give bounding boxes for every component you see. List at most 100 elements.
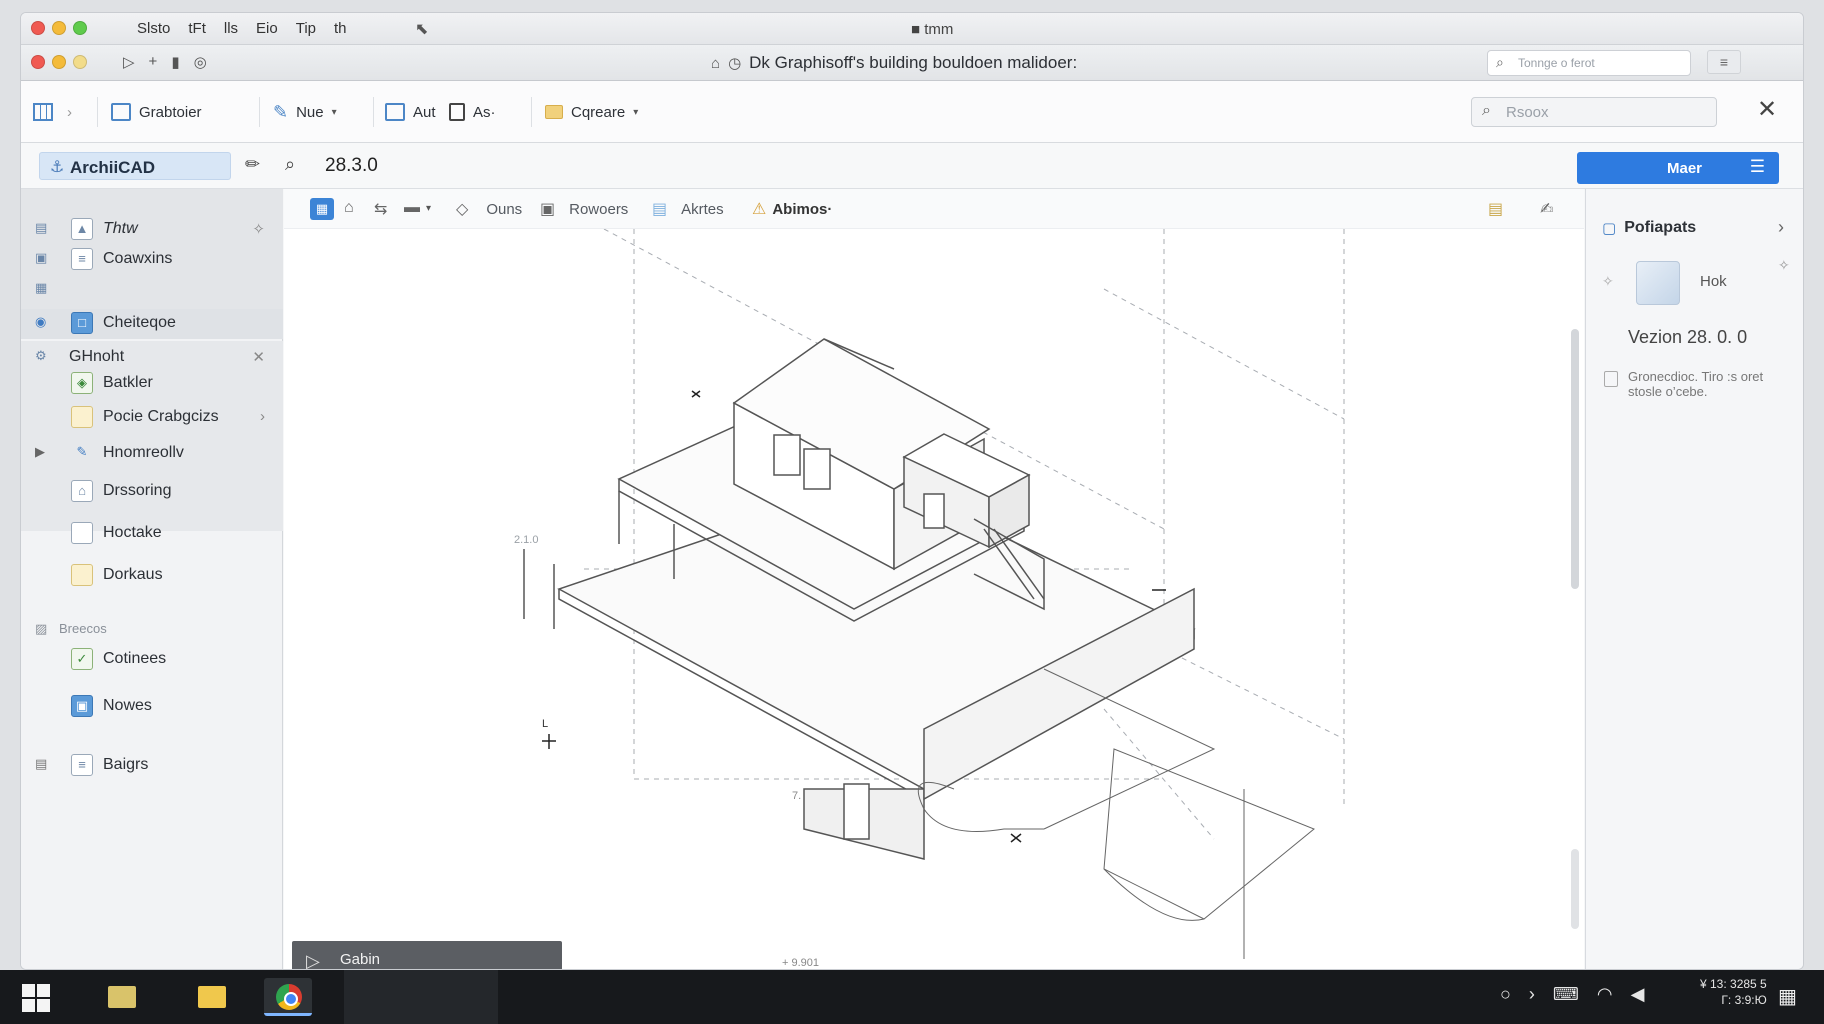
grid-tool-button[interactable]: ▦ <box>310 198 334 220</box>
taskbar-folder[interactable] <box>188 978 236 1016</box>
toolbar-button-as[interactable]: As· <box>449 100 496 124</box>
toolbar-divider <box>531 97 532 127</box>
zoom-window-button[interactable] <box>73 21 87 35</box>
close-icon[interactable]: ✕ <box>252 348 265 366</box>
building-drawing: 2.1.0 L 7. + 9.901 <box>514 229 1345 969</box>
dimension-label: + 9.901 <box>782 957 819 969</box>
play-icon: ▷ <box>306 951 320 970</box>
search-icon[interactable]: ⌕ <box>285 154 295 175</box>
delete-tool-button[interactable]: ⌂ <box>344 199 354 217</box>
menu-item[interactable]: tFt <box>188 20 206 37</box>
menu-item[interactable]: lls <box>224 20 238 37</box>
close-window-button[interactable] <box>31 21 45 35</box>
menu-icon[interactable]: ≡ <box>1707 50 1741 74</box>
menu-item[interactable]: Slsto <box>137 20 170 37</box>
document-search-input[interactable]: ⌕ Tonnge o ferot <box>1487 50 1691 76</box>
monitor-icon: □ <box>71 312 93 334</box>
pin-icon[interactable]: ✧ <box>1602 273 1614 290</box>
pin-icon[interactable]: ✧ <box>252 220 265 238</box>
sidebar-item-cotinees[interactable]: ✓ Cotinees <box>21 645 283 673</box>
printer-icon: ▣ <box>540 201 556 218</box>
minimize-window-button[interactable] <box>52 21 66 35</box>
notes-panel-button[interactable]: ▤ <box>1488 199 1503 219</box>
object-label: Hok <box>1700 273 1727 290</box>
add-icon[interactable]: + <box>149 53 158 71</box>
vertical-scrollbar[interactable] <box>1571 329 1579 589</box>
zoom-doc-button[interactable] <box>73 55 87 69</box>
canvas-tool-akrtes[interactable]: ▤ Akrtes <box>652 199 724 219</box>
start-button[interactable] <box>22 984 50 1012</box>
list-icon: ≡ <box>71 754 93 776</box>
record-icon[interactable]: ◎ <box>194 53 207 71</box>
close-icon[interactable]: ✕ <box>1757 95 1777 124</box>
chevron-right-icon[interactable]: › <box>260 408 265 425</box>
menu-item[interactable]: Eio <box>256 20 278 37</box>
tag-icon[interactable]: ✏ <box>245 154 260 175</box>
trash-icon[interactable]: ▮ <box>171 53 179 71</box>
toolbar-button-nue[interactable]: ✎ Nue ▾ <box>273 100 337 124</box>
circle-icon[interactable]: ○ <box>1500 984 1511 1005</box>
version-label: 28.3.0 <box>325 155 378 176</box>
minimize-doc-button[interactable] <box>52 55 66 69</box>
grid-view-button[interactable] <box>33 100 53 124</box>
keyboard-icon[interactable]: ⌨ <box>1553 984 1579 1005</box>
toolbar-divider <box>97 97 98 127</box>
window-icon <box>111 103 131 121</box>
layers-tool-button[interactable]: ▬ ▾ <box>404 199 431 217</box>
sidebar-item-baigrs[interactable]: ▤ ≡ Baigrs <box>21 751 283 779</box>
title-bar: Slsto tFt lls Eio Tip th ⬉ ■ tmm <box>21 13 1803 45</box>
primary-action-button[interactable]: Maer ☰ <box>1577 152 1779 184</box>
floating-panel[interactable]: ▷ Gabin <box>292 941 562 970</box>
sidebar-item-hoctake[interactable]: Hoctake <box>21 519 283 547</box>
sidebar-item-batkler[interactable]: ◈ Batkler <box>21 369 283 397</box>
sidebar-item-dorkaus[interactable]: Dorkaus <box>21 561 283 589</box>
taskbar-chrome[interactable] <box>264 978 312 1016</box>
expand-triangle-icon[interactable]: ▶ <box>35 444 45 460</box>
sidebar-item-coawxins[interactable]: ▣ ≡ Coawxins <box>21 245 283 273</box>
chevron-icon[interactable]: › <box>1529 984 1535 1005</box>
trash-icon: ⌂ <box>344 199 354 216</box>
toolbar-button-cqreare[interactable]: Cqreare ▾ <box>545 100 638 124</box>
transform-tool-button[interactable]: ⇆ <box>374 199 387 219</box>
toolbar-button-grabtoier[interactable]: Grabtoier <box>111 100 202 124</box>
sidebar-item-cheiteqoe[interactable]: ◉ □ Cheiteqoe <box>21 309 283 337</box>
folder-icon <box>108 986 136 1008</box>
sidebar: ▤ ▲ Thtw ✧ ▣ ≡ Coawxins ▦ ◉ □ Cheiteqoe … <box>21 189 283 969</box>
clock[interactable]: ¥ 13: 3285 5 Г: 3:9:Ю <box>1700 976 1767 1008</box>
sidebar-item-thtw[interactable]: ▤ ▲ Thtw ✧ <box>21 215 283 243</box>
pointer-icon[interactable]: ⬉ <box>415 19 428 39</box>
app-selector[interactable]: ⚓ ArchiiCAD <box>39 152 231 180</box>
window-title: ■ tmm <box>911 21 954 38</box>
sidebar-item-pocie-crabgcizs[interactable]: Pocie Crabgcizs › <box>21 403 283 431</box>
menu-item[interactable]: Tip <box>296 20 316 37</box>
sidebar-item-calendar[interactable]: ▦ <box>21 275 283 303</box>
canvas-tool-abimos[interactable]: ⚠ Abimos· <box>752 199 832 219</box>
sidebar-item-nowes[interactable]: ▣ Nowes <box>21 692 283 720</box>
toolbar-search-input[interactable]: ⌕ Rsoox <box>1471 97 1717 127</box>
settings-icon[interactable]: ✧ <box>1778 257 1790 274</box>
wifi-icon[interactable]: ◠ <box>1597 984 1613 1005</box>
taskbar-file-explorer[interactable] <box>98 978 146 1016</box>
canvas-tool-rowoers[interactable]: ▣ Rowoers <box>540 199 628 219</box>
panel-note: Gronecdioc. Tiro :s oret stosle o’cebe. <box>1628 369 1764 399</box>
chevron-right-icon[interactable]: › <box>1778 217 1784 238</box>
speaker-icon[interactable]: ◀ <box>1631 984 1645 1005</box>
menu-item[interactable]: th <box>334 20 347 37</box>
forward-button[interactable]: › <box>67 100 72 124</box>
toolbar-button-aut[interactable]: Aut <box>385 100 436 124</box>
image-icon: ▣ <box>35 250 48 265</box>
edit-mode-button[interactable]: ✍ <box>1540 199 1553 219</box>
toolbar-divider <box>373 97 374 127</box>
play-icon[interactable]: ▷ <box>123 53 135 71</box>
sidebar-item-drssoring[interactable]: ⌂ Drssoring <box>21 477 283 505</box>
app-window: Slsto tFt lls Eio Tip th ⬉ ■ tmm ▷ + ▮ ◎… <box>20 12 1804 970</box>
clock-icon: ◷ <box>728 55 742 72</box>
sidebar-item-hnomreollv[interactable]: ▶ ✎ Hnomreollv <box>21 439 283 467</box>
slideshow-icon: ▣ <box>71 695 93 717</box>
drawing-canvas[interactable]: ▦ ⌂ ⇆ ▬ ▾ ◇ Ouns ▣ Rowoers ▤ Akrtes ⚠ Ab… <box>284 189 1584 970</box>
vertical-scrollbar-lower[interactable] <box>1571 849 1579 929</box>
sidebar-item-ghnoht[interactable]: ⚙ GHnoht ✕ <box>21 343 283 371</box>
canvas-tool-ouns[interactable]: ◇ Ouns <box>456 199 522 219</box>
notifications-icon[interactable]: ▦ <box>1778 984 1797 1009</box>
close-doc-button[interactable] <box>31 55 45 69</box>
